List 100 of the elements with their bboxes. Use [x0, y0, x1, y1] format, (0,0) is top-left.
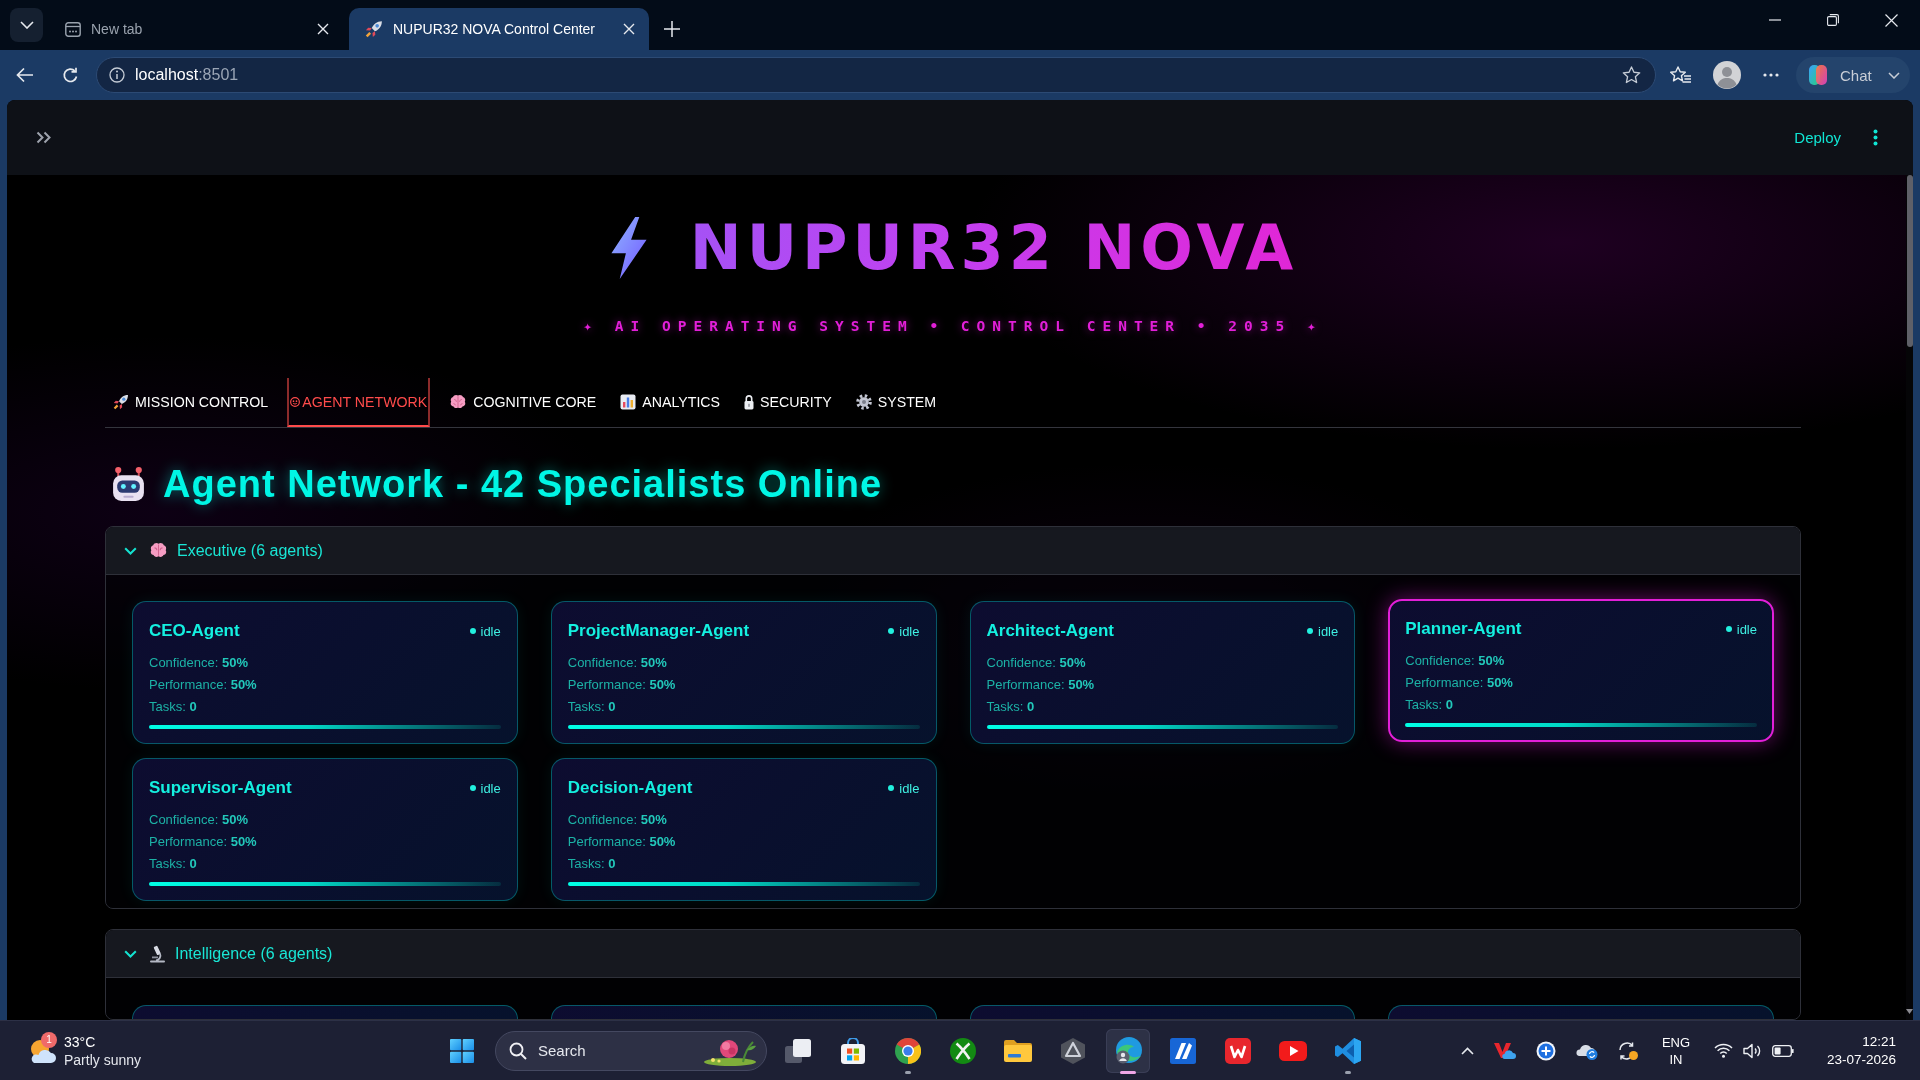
nav-tab[interactable]: MISSION CONTROL	[108, 378, 274, 427]
agent-stat-text: Performance: 50%	[986, 676, 1096, 694]
padlock-icon	[744, 393, 755, 410]
agent-card[interactable]: ProjectManager-Agent idle Confidence: 50% Performance: 50% Tasks: 0	[550, 601, 937, 744]
robot-face-icon	[290, 396, 301, 407]
brain-icon	[149, 542, 168, 559]
agent-stat-text: Performance: 50%	[149, 833, 258, 851]
restore-icon	[1827, 14, 1839, 26]
tab-list-button[interactable]	[10, 8, 43, 42]
agent-stat-text: Performance: 50%	[567, 676, 677, 694]
region-text: IN	[1669, 1050, 1683, 1068]
app-subtitle: ✦ AI OPERATING SYSTEM • CONTROL CENTER • 2035 ✦	[583, 317, 1323, 336]
wifi-icon	[1714, 1043, 1733, 1058]
bar-chart-icon	[620, 393, 637, 410]
plus-circle-icon	[1536, 1040, 1556, 1061]
group-expander-header[interactable]: Executive (6 agents)	[106, 527, 1800, 574]
deploy-button[interactable]: Deploy	[1784, 123, 1851, 152]
avatar-icon	[1713, 61, 1741, 89]
time-text: 12:21	[1862, 1032, 1896, 1051]
search-icon	[509, 1041, 527, 1060]
agent-name: ProjectManager-Agent	[567, 621, 750, 641]
agent-card[interactable]: Architect-Agent idle Confidence: 50% Performance: 50% Tasks: 0	[969, 601, 1356, 744]
temperature-text: 33°C	[64, 1032, 96, 1051]
status-label: idle	[480, 623, 501, 639]
v-mark-cloud-icon	[1494, 1041, 1516, 1060]
robot-icon	[110, 465, 147, 503]
hexagon-icon	[1061, 1037, 1085, 1064]
agent-stat-text: Performance: 50%	[1405, 674, 1514, 692]
back-arrow-icon	[16, 67, 34, 83]
site-info-icon	[109, 67, 125, 83]
agent-stat-text: Performance: 50%	[567, 833, 677, 851]
slanted-bars-icon	[1170, 1037, 1196, 1064]
nav-tab[interactable]: COGNITIVE CORE	[444, 378, 602, 427]
x-sphere-icon	[950, 1037, 976, 1064]
address-field[interactable]: localhost:8501	[96, 57, 1656, 93]
agent-name: Architect-Agent	[986, 621, 1114, 641]
nav-tab[interactable]: ANALYTICS	[615, 378, 726, 427]
sync-icon	[1617, 1040, 1639, 1061]
status-dot-icon	[1725, 626, 1732, 632]
clock-button[interactable]: 12:21 23-07-2026	[1810, 1030, 1920, 1071]
status-dot-icon	[888, 785, 895, 791]
chevron-down-icon	[19, 21, 34, 29]
browser-tab[interactable]: New tab	[49, 8, 343, 50]
agent-stat-text: Confidence: 50%	[567, 654, 668, 672]
notification-badge: 1	[41, 1031, 57, 1048]
agent-stat-text: Tasks: 0	[149, 698, 198, 716]
microscope-icon	[149, 944, 166, 963]
shopping-bag-icon	[841, 1037, 865, 1064]
agent-name: Planner-Agent	[1405, 619, 1522, 639]
rocket-icon	[113, 393, 129, 410]
group-expander-header[interactable]: Intelligence (6 agents)	[106, 930, 1800, 977]
agent-card[interactable]: CEO-Agent idle Confidence: 50% Performance: 50% Tasks: 0	[132, 601, 518, 744]
agent-stat-text: Performance: 50%	[149, 676, 258, 694]
status-dot-icon	[469, 785, 476, 791]
status-label: idle	[480, 780, 501, 796]
agent-stat-text: Confidence: 50%	[149, 811, 250, 829]
double-chevron-icon	[36, 131, 52, 144]
chat-logo-icon	[1806, 63, 1830, 87]
rocket-icon	[365, 20, 383, 38]
chevron-down-icon	[1888, 71, 1900, 79]
date-text: 23-07-2026	[1826, 1050, 1896, 1069]
taskbar-search-field[interactable]: Search	[495, 1030, 767, 1071]
agent-name: Decision-Agent	[567, 778, 693, 798]
status-label: idle	[899, 623, 920, 639]
nav-tab[interactable]: SECURITY	[739, 378, 837, 427]
speaker-icon	[1743, 1042, 1762, 1059]
agent-card[interactable]: Planner-Agent idle Confidence: 50% Performance: 50% Tasks: 0	[1388, 599, 1774, 742]
agent-stat-text: Confidence: 50%	[149, 654, 250, 672]
nav-tab[interactable]: AGENT NETWORK	[287, 378, 431, 427]
scroll-down-arrow-icon[interactable]	[1906, 1009, 1913, 1014]
agent-card[interactable]: Decision-Agent idle Confidence: 50% Performance: 50% Tasks: 0	[550, 758, 937, 901]
battery-icon	[1772, 1044, 1794, 1057]
browser-tab[interactable]: NUPUR32 NOVA Control Center	[349, 8, 649, 50]
weather-button[interactable]: 1 33°C Partly sunny	[28, 1029, 142, 1072]
chat-button[interactable]: Chat	[1796, 57, 1910, 93]
input-language-button[interactable]: ENG IN	[1654, 1030, 1698, 1071]
minimize-icon	[1769, 19, 1781, 21]
url-text: localhost:8501	[135, 66, 239, 84]
weather-condition-text: Partly sunny	[64, 1050, 142, 1069]
swirl-logo-icon	[1114, 1037, 1142, 1064]
kebab-menu-icon	[1872, 129, 1878, 146]
gear-icon	[855, 393, 872, 410]
agent-stat-text: Tasks: 0	[986, 698, 1036, 716]
ribbon-logo-icon	[1335, 1037, 1361, 1064]
status-label: idle	[1736, 621, 1757, 637]
agent-name: Supervisor-Agent	[149, 778, 292, 798]
agent-card[interactable]: Supervisor-Agent idle Confidence: 50% Performance: 50% Tasks: 0	[132, 758, 518, 901]
language-text: ENG	[1661, 1033, 1691, 1051]
page-icon	[65, 21, 81, 37]
taskbar-app-button[interactable]	[1106, 1028, 1150, 1073]
scrollbar-thumb[interactable]	[1906, 175, 1913, 347]
play-button-icon	[1279, 1040, 1307, 1061]
agent-stat-text: Confidence: 50%	[1405, 652, 1506, 670]
profile-button[interactable]	[1711, 59, 1743, 91]
status-dot-icon	[469, 628, 476, 634]
agent-stat-text: Confidence: 50%	[986, 654, 1087, 672]
close-icon	[1884, 13, 1898, 27]
agent-card[interactable]	[969, 1005, 1356, 1019]
nav-tab[interactable]: SYSTEM	[850, 378, 942, 427]
agent-stat-text: Tasks: 0	[567, 855, 617, 873]
